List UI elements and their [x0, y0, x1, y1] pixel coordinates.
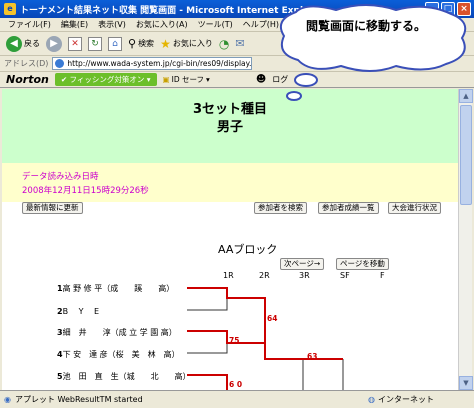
vertical-scrollbar[interactable]: ▲ ▼	[458, 89, 473, 390]
bracket-line	[264, 321, 303, 360]
scroll-thumb[interactable]	[460, 105, 472, 205]
page-status-icon: ◉	[4, 395, 11, 404]
score-label: 63	[307, 352, 318, 361]
history-icon[interactable]: ◔	[219, 37, 229, 51]
bracket-line	[187, 343, 228, 354]
bracket-line	[187, 298, 228, 311]
favorites-label: お気に入り	[172, 39, 213, 48]
menu-favorites[interactable]: お気に入り(A)	[136, 18, 188, 31]
menu-file[interactable]: ファイル(F)	[8, 18, 51, 31]
star-icon: ★	[160, 36, 171, 51]
ie-app-icon: e	[4, 3, 16, 15]
status-text: アプレット WebResultTM started	[14, 395, 143, 404]
winner-line	[187, 321, 266, 344]
bracket-line	[187, 330, 228, 343]
address-label: アドレス(D)	[4, 59, 49, 68]
winner-line	[187, 287, 266, 321]
back-button[interactable]: ◀ 戻る	[6, 35, 40, 52]
score-label: 64	[267, 314, 278, 323]
status-bar: ◉ アプレット WebResultTM started ◍ インターネット	[0, 390, 474, 408]
forward-button[interactable]: ▶	[46, 35, 62, 52]
zone-indicator: ◍ インターネット	[368, 394, 434, 405]
phishing-label: フィッシング対策オン	[69, 75, 145, 84]
callout-text: 閲覧画面に移動する。	[306, 19, 427, 33]
scroll-down-icon[interactable]: ▼	[459, 376, 473, 390]
winner-line	[264, 321, 343, 360]
phishing-toggle[interactable]: ✔ フィッシング対策オン ▾	[54, 73, 157, 86]
menu-tools[interactable]: ツール(T)	[198, 18, 233, 31]
search-icon: ⚲	[128, 37, 137, 50]
menu-view[interactable]: 表示(V)	[98, 18, 126, 31]
page-icon	[55, 59, 65, 68]
winner-line	[187, 374, 228, 390]
back-arrow-icon: ◀	[6, 35, 22, 52]
score-label: 6 0	[229, 380, 243, 389]
home-icon[interactable]: ⌂	[108, 36, 122, 51]
norton-logo: Norton	[6, 73, 49, 86]
search-label: 検索	[138, 39, 155, 48]
search-button[interactable]: ⚲ 検索	[128, 37, 154, 50]
idsafe-label: ID セーフ	[171, 75, 205, 84]
idsafe-icon: ▣	[162, 75, 170, 84]
menu-help[interactable]: ヘルプ(H)	[243, 18, 279, 31]
mail-icon[interactable]: ✉	[235, 37, 244, 50]
menu-edit[interactable]: 編集(E)	[61, 18, 88, 31]
smiley-icon[interactable]: ☻	[256, 74, 266, 85]
stop-icon[interactable]: ✕	[68, 36, 82, 51]
page-content: 3セット種目 男子 データ読み込み日時 2008年12月11日15時29分26秒…	[2, 89, 458, 390]
back-label: 戻る	[24, 39, 40, 48]
score-label: 75	[229, 336, 240, 345]
favorites-button[interactable]: ★ お気に入り	[160, 37, 213, 51]
address-input[interactable]: http://www.wada-system.jp/cgi-bin/res09/…	[52, 57, 253, 70]
forward-arrow-icon: ▶	[46, 35, 62, 52]
idsafe-button[interactable]: ▣ ID セーフ ▾	[163, 74, 210, 85]
globe-icon: ◍	[368, 395, 375, 404]
refresh-icon[interactable]: ↻	[88, 36, 102, 51]
address-url: http://www.wada-system.jp/cgi-bin/res09/…	[67, 59, 253, 68]
bracket-line	[187, 374, 228, 390]
zone-label: インターネット	[378, 395, 434, 404]
